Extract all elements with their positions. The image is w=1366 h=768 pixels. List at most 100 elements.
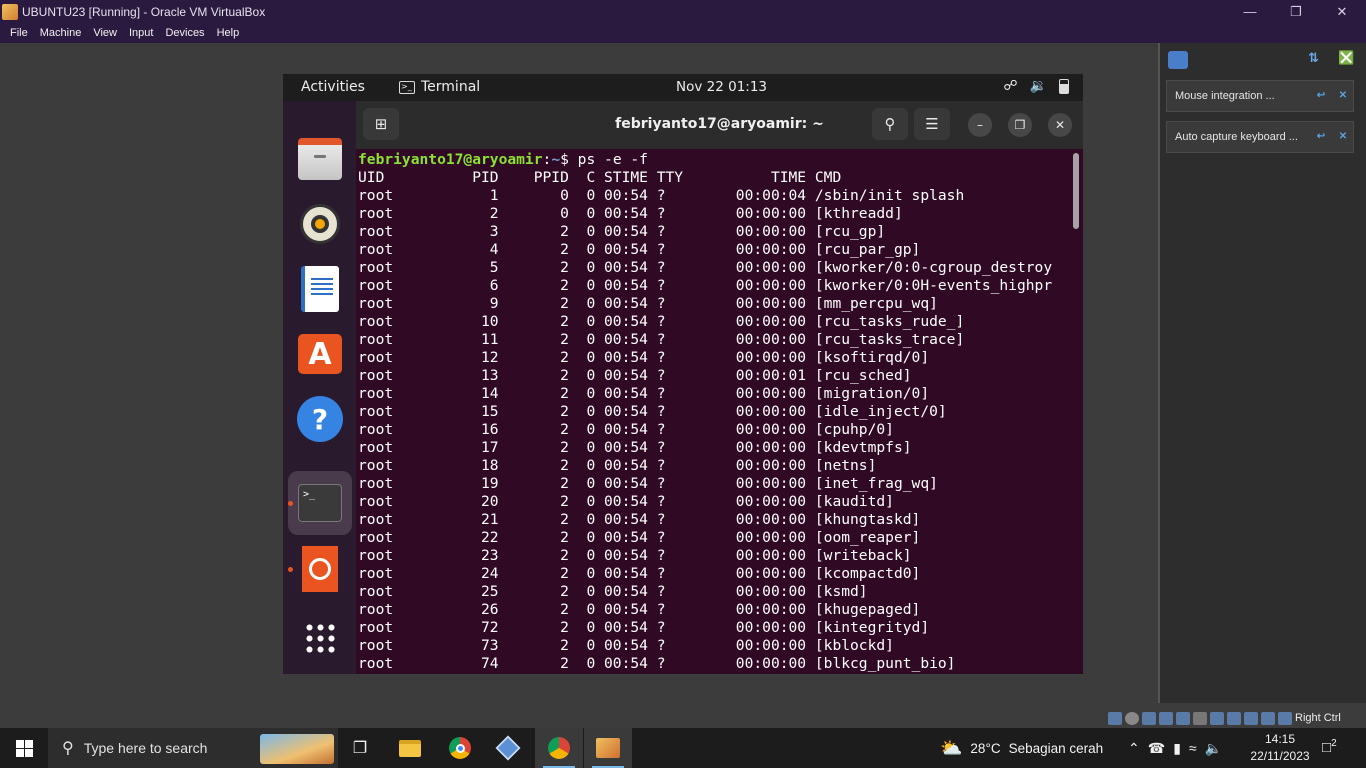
terminal-scrollbar[interactable]	[1073, 153, 1079, 229]
recording-icon[interactable]	[1227, 711, 1241, 725]
ps-row: root 3 2 0 00:54 ? 00:00:00 [rcu_gp]	[358, 223, 886, 240]
weather-temp: 28°C	[970, 740, 1001, 756]
vm-window-icon	[596, 738, 620, 758]
menu-help[interactable]: Help	[211, 23, 246, 43]
time: 14:15	[1264, 732, 1296, 746]
volume-icon: 🔉	[1029, 78, 1047, 94]
task-view-button[interactable]: ❐	[336, 728, 384, 768]
notification-icon[interactable]	[1168, 51, 1188, 69]
chrome-profile-button[interactable]	[535, 728, 583, 768]
files-icon[interactable]	[288, 127, 352, 191]
clock[interactable]: 14:15 22/11/2023	[1248, 731, 1312, 765]
file-explorer-button[interactable]	[386, 728, 434, 768]
virtualization-icon[interactable]	[1244, 711, 1258, 725]
ps-header: UID PID PPID C STIME TTY TIME CMD	[358, 169, 842, 186]
minimize-button[interactable]: –	[968, 113, 992, 137]
sort-icon[interactable]: ⇅	[1308, 51, 1324, 67]
ps-row: root 26 2 0 00:54 ? 00:00:00 [khugepaged…	[358, 601, 921, 618]
notice-mouse-integration[interactable]: Mouse integration ... ↩ ✕	[1166, 80, 1354, 112]
ps-row: root 20 2 0 00:54 ? 00:00:00 [kauditd]	[358, 493, 894, 510]
app-center-icon[interactable]: A	[288, 322, 352, 386]
show-apps-icon[interactable]	[288, 606, 352, 670]
restore-button[interactable]: ❐	[1273, 0, 1319, 23]
minimize-button[interactable]: —	[1227, 0, 1273, 23]
windows-taskbar: ⚲ Type here to search ❐ ⛅ 28°C Sebagian …	[0, 728, 1366, 768]
vbox-statusbar: Right Ctrl	[1108, 708, 1366, 728]
notice-label: Mouse integration ...	[1175, 90, 1275, 102]
meet-now-icon[interactable]: ☎	[1148, 740, 1165, 757]
system-menu[interactable]: ☍ 🔉	[1003, 78, 1069, 94]
search-placeholder: Type here to search	[83, 740, 208, 756]
search-button[interactable]: ⚲	[872, 108, 908, 140]
ps-row: root 9 2 0 00:54 ? 00:00:00 [mm_percpu_w…	[358, 295, 938, 312]
close-button[interactable]: ✕	[1048, 113, 1072, 137]
cpu-icon[interactable]	[1261, 711, 1275, 725]
virtualbox-button[interactable]	[484, 728, 532, 768]
clock[interactable]: Nov 22 01:13	[676, 79, 767, 95]
notification-button[interactable]: □2	[1322, 738, 1337, 756]
chevron-up-icon[interactable]: ⌃	[1128, 740, 1140, 757]
help-icon[interactable]: ↩	[1315, 90, 1327, 102]
menu-button[interactable]: ☰	[914, 108, 950, 140]
ps-row: root 72 2 0 00:54 ? 00:00:00 [kintegrity…	[358, 619, 930, 636]
ps-row: root 6 2 0 00:54 ? 00:00:00 [kworker/0:0…	[358, 277, 1053, 294]
audio-icon[interactable]	[1142, 711, 1156, 725]
ps-row: root 11 2 0 00:54 ? 00:00:00 [rcu_tasks_…	[358, 331, 965, 348]
ps-row: root 21 2 0 00:54 ? 00:00:00 [khungtaskd…	[358, 511, 921, 528]
ps-row: root 19 2 0 00:54 ? 00:00:00 [inet_frag_…	[358, 475, 938, 492]
rhythmbox-icon[interactable]	[288, 192, 352, 256]
menu-devices[interactable]: Devices	[159, 23, 210, 43]
dismiss-icon[interactable]: ✕	[1337, 90, 1349, 102]
notification-center-toolbar: ⇅ ❎	[1160, 43, 1366, 76]
terminal-icon[interactable]: >_	[288, 471, 352, 535]
speaker-icon[interactable]: 🔈	[1205, 740, 1222, 757]
close-button[interactable]: ✕	[1319, 0, 1365, 23]
menu-view[interactable]: View	[87, 23, 123, 43]
running-indicator	[288, 501, 293, 506]
host-key-label: Right Ctrl	[1295, 712, 1341, 724]
hard-disk-icon[interactable]	[1108, 711, 1122, 725]
writer-icon[interactable]	[288, 257, 352, 321]
clear-all-icon[interactable]: ❎	[1338, 51, 1354, 67]
display-icon[interactable]	[1210, 711, 1224, 725]
start-button[interactable]	[0, 728, 48, 768]
usb-icon[interactable]	[1176, 711, 1190, 725]
guest-screen: Activities >_ Terminal Nov 22 01:13 ☍ 🔉 …	[283, 74, 1083, 674]
date: 22/11/2023	[1250, 749, 1310, 763]
activities-button[interactable]: Activities	[301, 79, 365, 95]
help-icon[interactable]: ?	[288, 387, 352, 451]
terminal-output[interactable]: febriyanto17@aryoamir:~$ ps -e -f UID PID…	[358, 149, 1070, 674]
help-icon[interactable]: ↩	[1315, 131, 1327, 143]
system-tray: ⌃ ☎ ▮ ≈ 🔈	[1128, 728, 1222, 768]
menu-file[interactable]: File	[4, 23, 34, 43]
mouse-icon[interactable]	[1278, 711, 1292, 725]
vbox-menubar: File Machine View Input Devices Help	[0, 23, 1366, 43]
prompt-separator: :	[542, 151, 552, 168]
app-menu[interactable]: >_ Terminal	[399, 79, 480, 95]
network-adapter-icon[interactable]	[1159, 711, 1173, 725]
dismiss-icon[interactable]: ✕	[1337, 131, 1349, 143]
search-box[interactable]: ⚲ Type here to search	[48, 728, 338, 768]
menu-input[interactable]: Input	[123, 23, 159, 43]
shared-folders-icon[interactable]	[1193, 711, 1207, 725]
battery-icon	[1059, 78, 1069, 94]
chrome-button[interactable]	[436, 728, 484, 768]
vm-window-button[interactable]	[584, 728, 632, 768]
maximize-button[interactable]: ❐	[1008, 113, 1032, 137]
wifi-icon[interactable]: ≈	[1189, 740, 1197, 756]
chrome-icon	[449, 737, 471, 759]
ps-row: root 14 2 0 00:54 ? 00:00:00 [migration/…	[358, 385, 930, 402]
ps-rows: root 1 0 0 00:54 ? 00:00:04 /sbin/init s…	[358, 187, 1070, 673]
notice-auto-capture[interactable]: Auto capture keyboard ... ↩ ✕	[1166, 121, 1354, 153]
weather-widget[interactable]: ⛅ 28°C Sebagian cerah	[940, 728, 1103, 768]
ps-row: root 10 2 0 00:54 ? 00:00:00 [rcu_tasks_…	[358, 313, 965, 330]
terminal-headerbar: ⊞ febriyanto17@aryoamir: ~ ⚲ ☰ – ❐ ✕	[356, 101, 1083, 149]
prompt-command: $ ps -e -f	[560, 151, 648, 168]
ubuntu-icon[interactable]	[288, 537, 352, 601]
optical-drive-icon[interactable]	[1125, 711, 1139, 725]
terminal-app-icon: >_	[399, 80, 415, 94]
battery-icon[interactable]: ▮	[1173, 740, 1181, 757]
menu-machine[interactable]: Machine	[34, 23, 88, 43]
search-icon: ⚲	[62, 740, 74, 757]
ps-row: root 5 2 0 00:54 ? 00:00:00 [kworker/0:0…	[358, 259, 1053, 276]
